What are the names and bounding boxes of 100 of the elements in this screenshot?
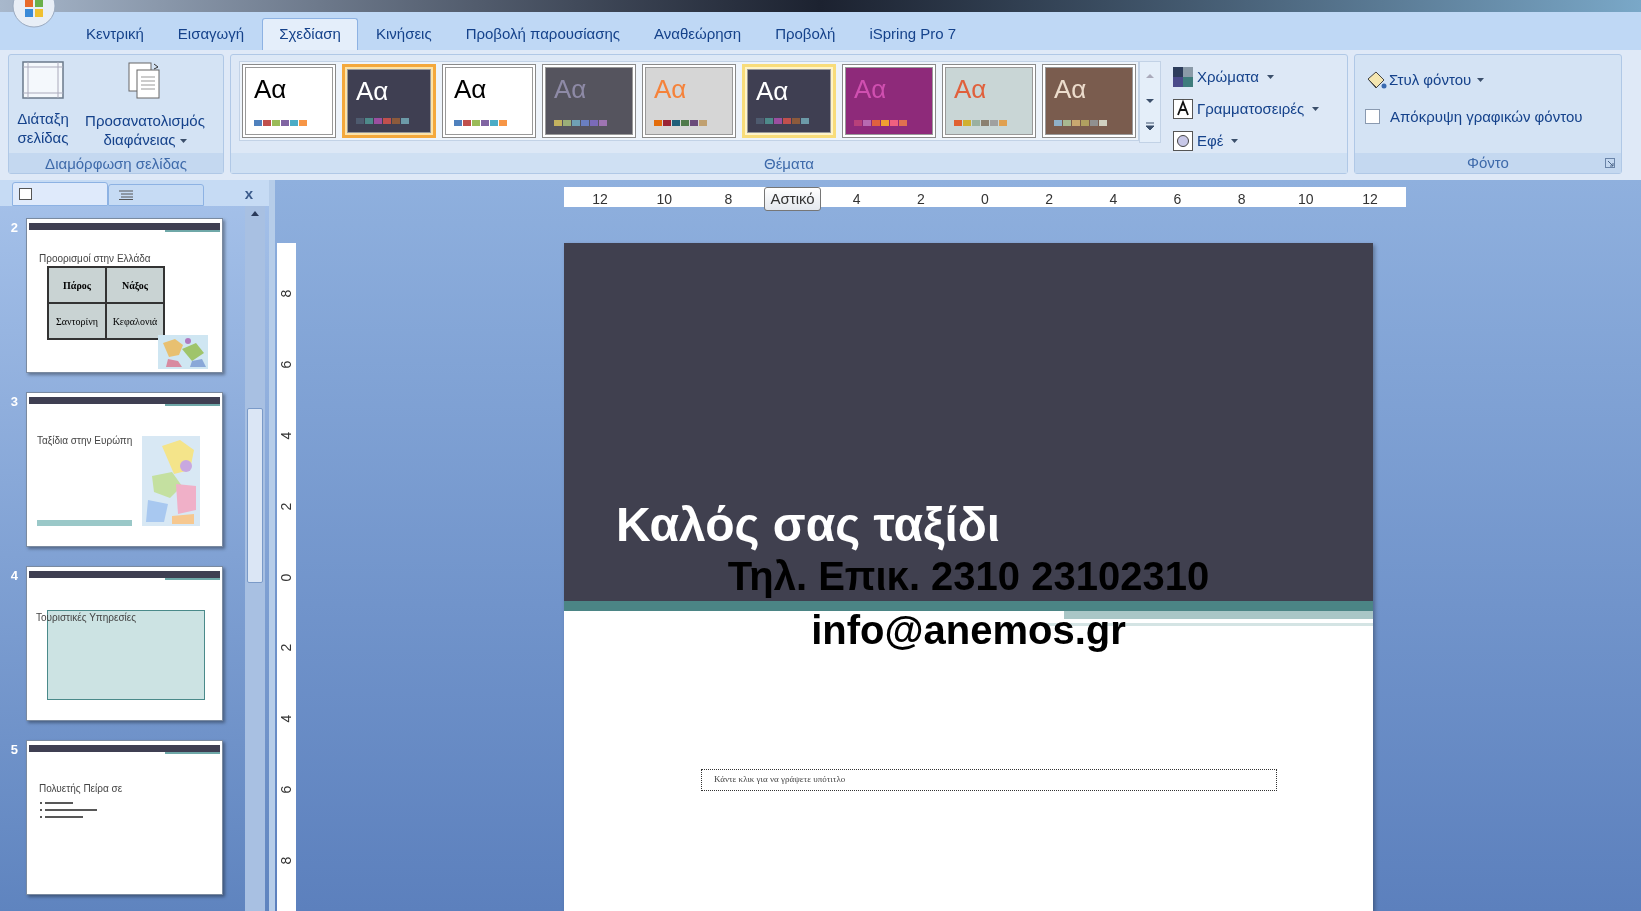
ruler-number: 12 [1361, 189, 1379, 209]
color-swatches-drawing [654, 120, 707, 126]
color-swatches-drawing [854, 120, 907, 126]
group-label: Φόντο [1467, 152, 1509, 173]
ribbon-command[interactable]: Εφέ [1173, 129, 1320, 153]
slide-text: info@anemos.gr [811, 607, 1126, 654]
theme-thumbnail[interactable]: Aα [742, 64, 836, 138]
theme-sample-text: Aα [654, 76, 687, 102]
ribbon-tab[interactable]: Προβολή παρουσίασης [449, 18, 637, 50]
slide-text: Τηλ. Επικ. 2310 23102310 [727, 553, 1210, 600]
theme-thumbnail[interactable]: Aα [1042, 64, 1136, 138]
slide-title: Προορισμοί στην Ελλάδα [38, 252, 152, 264]
ruler-number: 8 [277, 856, 295, 865]
caret-icon [1231, 139, 1239, 143]
accent-stripe [165, 230, 220, 232]
caret-icon [179, 139, 187, 144]
ribbon-tab[interactable]: Κινήσεις [359, 18, 448, 50]
tooltip: Αστικό [764, 187, 821, 211]
background-styles-button[interactable]: Στυλ φόντου [1365, 69, 1621, 92]
ruler-number: 10 [655, 189, 673, 209]
subtitle-placeholder[interactable]: Κάντε κλικ για να γράψετε υπότιτλο [701, 769, 1277, 791]
theme-sample-text: Aα [854, 76, 887, 102]
caret-icon [1266, 75, 1274, 79]
ruler-number: 0 [980, 189, 990, 209]
ribbon-tab[interactable]: Αναθεώρηση [638, 18, 758, 50]
ruler-number: 6 [277, 785, 295, 794]
theme-sample-text: Aα [1054, 76, 1087, 102]
slide-thumbnail[interactable]: Προορισμοί στην Ελλάδα Πάρος Νάξος Σαντορίνη Κεφαλονιά [26, 218, 223, 373]
theme-sample-text: Aα [554, 76, 587, 102]
ruler-number: 4 [851, 189, 862, 209]
accent-stripe [165, 578, 220, 580]
group-label: Θέματα [231, 153, 1347, 173]
slide-number: 5 [9, 741, 18, 759]
slide-title: Καλός σας ταξίδι [616, 501, 1001, 549]
scroll-thumb[interactable] [247, 408, 263, 583]
theme-sample-text: Aα [254, 76, 287, 102]
ruler-number: 2 [915, 189, 926, 209]
ruler-number: 2 [277, 644, 295, 652]
theme-sample-text: Aα [356, 78, 389, 104]
hide-graphics-checkbox[interactable]: Απόκρυψη γραφικών φόντου [1365, 105, 1621, 128]
ruler-number: 2 [277, 502, 295, 510]
slide-icon [19, 188, 32, 200]
slide[interactable]: Καλός σας ταξίδι Τηλ. Επικ. 2310 23102310 info@anemos.gr Κάντε κλικ για να γράψετε υπότιτλο [564, 243, 1373, 911]
color-swatches-drawing [356, 118, 409, 124]
table-cell: Νάξος [106, 267, 164, 303]
ruler-number: 6 [277, 360, 295, 369]
ribbon-tab[interactable]: Προβολή [759, 18, 852, 50]
accent-stripe [165, 404, 220, 406]
ribbon-button[interactable]: Διάταξη σελίδας [13, 61, 73, 147]
scrollbar[interactable] [245, 206, 265, 911]
dialog-launcher-icon[interactable] [1605, 158, 1615, 168]
color-swatches-drawing [1054, 120, 1107, 126]
color-swatches-drawing [756, 118, 809, 124]
ruler-number: 8 [723, 189, 734, 209]
theme-thumbnail[interactable]: Aα [242, 64, 336, 138]
ribbon-tab[interactable]: Κεντρική [70, 18, 160, 50]
table-cell: Πάρος [48, 267, 106, 303]
theme-thumbnail[interactable]: Aα [442, 64, 536, 138]
slides-tab[interactable] [12, 182, 108, 206]
ruler-number: 4 [1108, 189, 1119, 209]
ruler-number: 8 [277, 289, 295, 298]
ribbon-tab[interactable]: Εισαγωγή [161, 18, 261, 50]
ruler-number: 12 [591, 189, 609, 209]
ribbon-tab[interactable]: Σχεδίαση [262, 18, 358, 50]
caret-icon [1312, 107, 1320, 111]
theme-thumbnail[interactable]: Aα [342, 64, 436, 138]
ruler-number: 6 [1172, 189, 1183, 209]
ruler-number: 4 [277, 714, 295, 723]
slide-number: 4 [9, 567, 18, 585]
slide-title: Πολυετής Πείρα σε [39, 784, 124, 794]
color-swatches-drawing [554, 120, 607, 126]
ruler-number: 0 [277, 573, 295, 581]
slide-thumbnail[interactable]: Ταξίδια στην Ευρώπη [26, 392, 223, 547]
ribbon-command[interactable]: Χρώματα [1173, 65, 1320, 89]
checkbox[interactable] [1365, 109, 1380, 125]
accent-stripe [165, 752, 220, 754]
color-swatches-drawing [954, 120, 1007, 126]
lines-icon [119, 190, 133, 200]
outline-tab[interactable] [108, 184, 204, 206]
slide-number: 3 [9, 393, 18, 411]
color-swatches-drawing [254, 120, 307, 126]
letter-icon [1173, 99, 1193, 119]
color-squares-icon [1173, 67, 1193, 87]
table-cell: Κεφαλονιά [106, 303, 164, 339]
slide-title: Ταξίδια στην Ευρώπη [37, 436, 133, 526]
color-swatches-drawing [454, 120, 507, 126]
theme-sample-text: Aα [954, 76, 987, 102]
page-layout-icon [22, 61, 64, 99]
ribbon-tab[interactable]: iSpring Pro 7 [853, 18, 973, 50]
ruler-number: 8 [1236, 189, 1247, 209]
ruler-number: 4 [277, 431, 295, 440]
close-icon[interactable]: x [244, 183, 253, 206]
ribbon-button[interactable]: Προσανατολισμός διαφάνειας [75, 61, 215, 149]
paint-bucket-icon [1365, 70, 1387, 91]
ruler-number: 2 [1044, 189, 1055, 209]
table-cell: Σαντορίνη [48, 303, 106, 339]
slide-thumbnail[interactable]: Πολυετής Πείρα σε [26, 740, 223, 895]
ribbon-command[interactable]: Γραμματοσειρές [1173, 97, 1320, 121]
theme-sample-text: Aα [454, 76, 487, 102]
slide-number: 2 [9, 219, 18, 237]
